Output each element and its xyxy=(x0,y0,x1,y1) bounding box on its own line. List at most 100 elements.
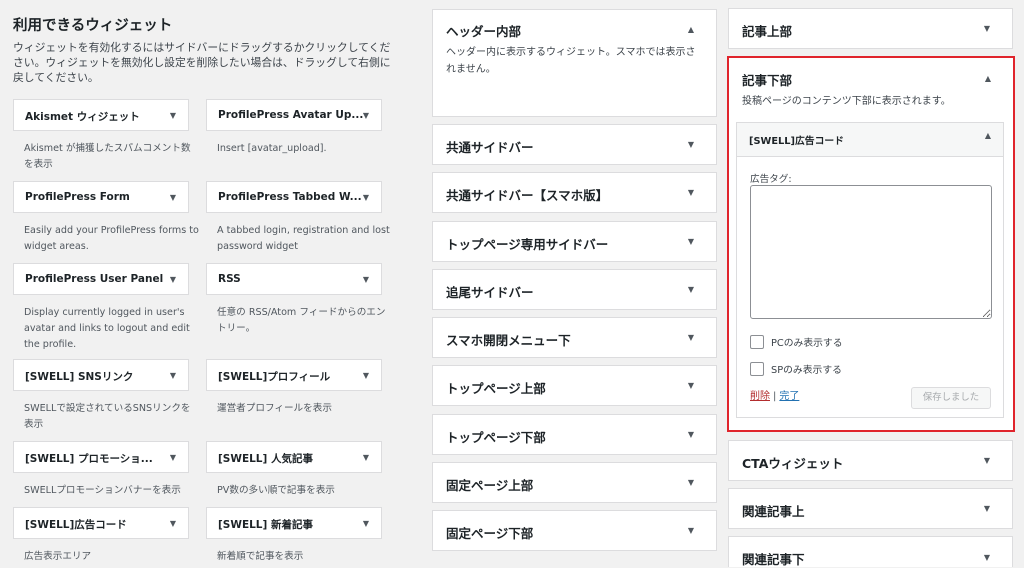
triangle-down-icon[interactable]: ▼ xyxy=(688,381,694,390)
available-widgets-description: ウィジェットを有効化するにはサイドバーにドラッグするかクリックしてください。ウィ… xyxy=(13,41,391,84)
checkbox-box[interactable] xyxy=(750,362,764,376)
widget-swell-sns[interactable]: [SWELL] SNSリンク ▼ xyxy=(13,359,189,391)
triangle-down-icon[interactable]: ▼ xyxy=(688,285,694,294)
triangle-down-icon[interactable]: ▼ xyxy=(688,430,694,439)
sidebar-area-article-top[interactable]: 記事上部 ▼ xyxy=(728,8,1013,49)
sidebar-area-header[interactable]: ヘッダー内部 ▲ ヘッダー内に表示するウィジェット。スマホでは表示されません。 xyxy=(432,9,717,117)
sidebar-area-title: トップページ専用サイドバー xyxy=(446,237,609,252)
triangle-down-icon[interactable]: ▼ xyxy=(688,188,694,197)
triangle-down-icon[interactable]: ▼ xyxy=(984,24,990,33)
sidebar-area-title: 共通サイドバー xyxy=(446,140,534,155)
triangle-down-icon[interactable]: ▼ xyxy=(984,554,990,562)
sidebar-area-sticky[interactable]: 追尾サイドバー ▼ xyxy=(432,269,717,310)
sidebar-area-title: 記事下部 xyxy=(742,73,793,88)
triangle-down-icon[interactable]: ▼ xyxy=(363,520,369,528)
sidebar-area-title: スマホ開閉メニュー下 xyxy=(446,333,571,348)
widget-akismet[interactable]: Akismet ウィジェット ▼ xyxy=(13,99,189,131)
widget-profilepress-tabbed[interactable]: ProfilePress Tabbed W... ▼ xyxy=(206,181,382,213)
widget-description: Akismet が捕獲したスパムコメント数を表示 xyxy=(24,143,191,170)
triangle-down-icon[interactable]: ▼ xyxy=(363,112,369,120)
checkbox-box[interactable] xyxy=(750,335,764,349)
widget-actions: 削除 | 完了 xyxy=(750,387,799,402)
widget-title: ProfilePress Avatar Up... xyxy=(218,109,363,121)
widget-description: 運営者プロフィールを表示 xyxy=(217,403,332,414)
ad-tag-textarea[interactable] xyxy=(750,185,992,319)
triangle-down-icon[interactable]: ▼ xyxy=(984,456,990,465)
sidebar-area-article-bottom[interactable]: 記事下部 ▲ 投稿ページのコンテンツ下部に表示されます。 [SWELL]広告コー… xyxy=(727,56,1015,432)
sidebar-area-page-lower[interactable]: 固定ページ下部 ▼ xyxy=(432,510,717,551)
widget-profilepress-user-panel[interactable]: ProfilePress User Panel ▼ xyxy=(13,263,189,295)
triangle-down-icon[interactable]: ▼ xyxy=(363,194,369,202)
widget-description: 広告表示エリア xyxy=(24,551,92,562)
sidebar-area-title: 関連記事上 xyxy=(742,504,805,519)
widget-title: [SWELL]広告コード xyxy=(25,519,127,531)
widget-title: [SWELL] 人気記事 xyxy=(218,453,313,465)
widget-title: ProfilePress Tabbed W... xyxy=(218,191,362,203)
widget-swell-ad-code[interactable]: [SWELL]広告コード ▼ xyxy=(13,507,189,539)
sidebar-area-title: 記事上部 xyxy=(742,24,793,39)
sidebar-area-page-upper[interactable]: 固定ページ上部 ▼ xyxy=(432,462,717,503)
widget-swell-new-posts[interactable]: [SWELL] 新着記事 ▼ xyxy=(206,507,382,539)
sidebar-area-top-page-upper[interactable]: トップページ上部 ▼ xyxy=(432,365,717,406)
triangle-down-icon[interactable]: ▼ xyxy=(363,276,369,284)
sidebar-area-description: ヘッダー内に表示するウィジェット。スマホでは表示されません。 xyxy=(446,47,696,75)
widget-description: A tabbed login, registration and lost pa… xyxy=(217,225,390,252)
saved-button[interactable]: 保存しました xyxy=(911,387,991,409)
triangle-down-icon[interactable]: ▼ xyxy=(363,372,369,380)
widget-description: SWELLプロモーションバナーを表示 xyxy=(24,485,181,496)
triangle-down-icon[interactable]: ▼ xyxy=(170,112,176,120)
triangle-down-icon[interactable]: ▼ xyxy=(170,372,176,380)
widget-swell-promotion[interactable]: [SWELL] プロモーショ... ▼ xyxy=(13,441,189,473)
sidebar-area-related-upper[interactable]: 関連記事上 ▼ xyxy=(728,488,1013,529)
widget-title: ProfilePress Form xyxy=(25,191,130,203)
triangle-down-icon[interactable]: ▼ xyxy=(170,520,176,528)
widget-swell-popular[interactable]: [SWELL] 人気記事 ▼ xyxy=(206,441,382,473)
delete-link[interactable]: 削除 xyxy=(750,391,770,402)
widget-title: [SWELL]プロフィール xyxy=(218,371,331,383)
sidebar-area-top-page-lower[interactable]: トップページ下部 ▼ xyxy=(432,414,717,455)
widget-title: [SWELL]広告コード xyxy=(749,136,844,147)
triangle-down-icon[interactable]: ▼ xyxy=(170,454,176,462)
triangle-down-icon[interactable]: ▼ xyxy=(688,478,694,487)
triangle-down-icon[interactable]: ▼ xyxy=(688,237,694,246)
sidebar-area-related-lower[interactable]: 関連記事下 ▼ xyxy=(728,536,1013,567)
sidebar-area-top-page[interactable]: トップページ専用サイドバー ▼ xyxy=(432,221,717,262)
sidebar-area-title: 関連記事下 xyxy=(742,552,805,567)
sidebar-area-sp-menu[interactable]: スマホ開閉メニュー下 ▼ xyxy=(432,317,717,358)
triangle-down-icon[interactable]: ▼ xyxy=(170,276,176,284)
sidebar-area-title: ヘッダー内部 xyxy=(446,24,522,39)
triangle-down-icon[interactable]: ▼ xyxy=(984,504,990,513)
widget-title: [SWELL] SNSリンク xyxy=(25,371,134,383)
widget-rss[interactable]: RSS ▼ xyxy=(206,263,382,295)
widget-description: Insert [avatar_upload]. xyxy=(217,143,327,154)
sidebar-area-title: CTAウィジェット xyxy=(742,456,844,471)
available-widgets-title: 利用できるウィジェット xyxy=(13,18,173,34)
triangle-down-icon[interactable]: ▼ xyxy=(688,140,694,149)
triangle-up-icon[interactable]: ▲ xyxy=(985,132,991,140)
sidebar-area-cta[interactable]: CTAウィジェット ▼ xyxy=(728,440,1013,481)
triangle-down-icon[interactable]: ▼ xyxy=(170,194,176,202)
triangle-down-icon[interactable]: ▼ xyxy=(363,454,369,462)
widget-profilepress-avatar[interactable]: ProfilePress Avatar Up... ▼ xyxy=(206,99,382,131)
sidebar-area-common-sp[interactable]: 共通サイドバー【スマホ版】 ▼ xyxy=(432,172,717,213)
done-link[interactable]: 完了 xyxy=(779,391,799,402)
sidebar-area-title: 追尾サイドバー xyxy=(446,285,534,300)
pc-only-checkbox[interactable]: PCのみ表示する xyxy=(750,335,843,349)
triangle-down-icon[interactable]: ▼ xyxy=(688,526,694,535)
available-widgets-panel: 利用できるウィジェット ウィジェットを有効化するにはサイドバーにドラッグするかク… xyxy=(0,0,400,567)
sidebar-area-title: 固定ページ上部 xyxy=(446,478,534,493)
triangle-up-icon[interactable]: ▲ xyxy=(985,75,991,83)
widget-title: RSS xyxy=(218,273,241,285)
widget-swell-profile[interactable]: [SWELL]プロフィール ▼ xyxy=(206,359,382,391)
triangle-down-icon[interactable]: ▼ xyxy=(688,333,694,342)
widget-title: Akismet ウィジェット xyxy=(25,111,140,123)
widget-description: SWELLで設定されているSNSリンクを表示 xyxy=(24,403,191,430)
sp-only-checkbox[interactable]: SPのみ表示する xyxy=(750,362,842,376)
widget-title: [SWELL] 新着記事 xyxy=(218,519,313,531)
sidebar-area-common[interactable]: 共通サイドバー ▼ xyxy=(432,124,717,165)
triangle-up-icon[interactable]: ▲ xyxy=(688,26,694,34)
checkbox-label: SPのみ表示する xyxy=(771,365,842,376)
widget-header[interactable]: [SWELL]広告コード ▲ xyxy=(737,123,1003,157)
widget-title: [SWELL] プロモーショ... xyxy=(25,453,153,465)
widget-profilepress-form[interactable]: ProfilePress Form ▼ xyxy=(13,181,189,213)
